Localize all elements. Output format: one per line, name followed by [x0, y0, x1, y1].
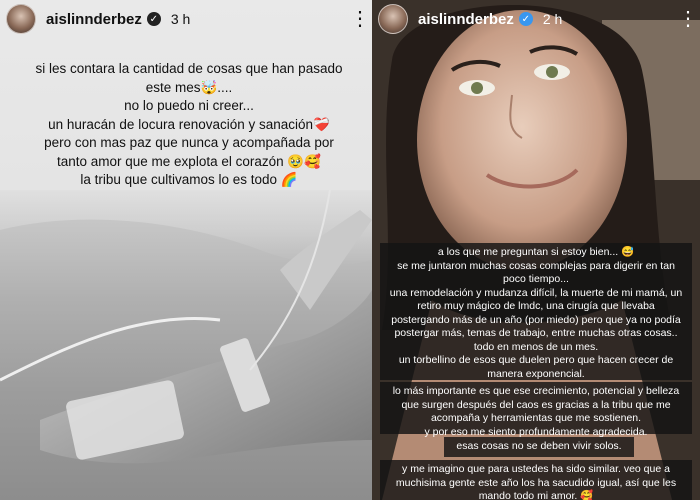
text-line: y me imagino que para ustedes ha sido si…	[402, 463, 670, 475]
text-line: acompaña y herramientas que me sostienen…	[430, 412, 642, 424]
caption-line: este mes🤯....	[145, 79, 233, 95]
caption-line: si les contara la cantidad de cosas que …	[35, 61, 343, 76]
more-options-icon[interactable]: ⋮	[350, 9, 370, 29]
username[interactable]: aislinnderbez	[46, 11, 142, 28]
text-line: lo más importante es que ese crecimiento…	[392, 385, 680, 397]
text-line: a los que me preguntan si estoy bien... …	[437, 246, 635, 258]
username[interactable]: aislinnderbez	[418, 11, 514, 28]
text-line: esas cosas no se deben vivir solos.	[456, 440, 622, 452]
text-line: muchisima gente este año los ha sacudido…	[395, 476, 677, 489]
text-box-2: lo más importante es que ese crecimiento…	[380, 382, 692, 438]
text-line: un torbellino de esos que duelen pero qu…	[398, 354, 674, 366]
caption-line: un huracán de locura renovación y sanaci…	[48, 116, 330, 132]
avatar[interactable]	[6, 4, 36, 34]
more-options-icon[interactable]: ⋮	[678, 9, 698, 29]
right-story[interactable]: aislinnderbez ✓ 2 h ⋮ a los que me pregu…	[372, 0, 700, 500]
caption-line: no lo puedo ni creer...	[124, 98, 254, 113]
text-line: postergando más de un año (por miedo) pe…	[391, 313, 681, 326]
text-line: manera exponencial.	[487, 367, 585, 380]
left-story[interactable]: aislinnderbez ✓ 3 h ⋮ si les contara la …	[0, 0, 372, 500]
post-time: 3 h	[170, 11, 191, 27]
text-line: retiro muy mágico de lmdc, una cirugía q…	[417, 300, 655, 312]
stories-collage: aislinnderbez ✓ 3 h ⋮ si les contara la …	[0, 0, 700, 500]
left-story-header: aislinnderbez ✓ 3 h ⋮	[6, 4, 370, 34]
text-box-4: y me imagino que para ustedes ha sido si…	[380, 460, 692, 500]
verified-badge-icon: ✓	[146, 12, 161, 26]
text-line: poco tiempo...	[503, 273, 569, 285]
hospital-arm-photo	[0, 190, 372, 500]
text-line: que surgen después del caos es gracias a…	[401, 398, 671, 411]
avatar[interactable]	[378, 4, 408, 34]
text-box-1: a los que me preguntan si estoy bien... …	[380, 243, 692, 380]
right-story-header: aislinnderbez ✓ 2 h ⋮	[378, 4, 698, 34]
text-line: postergar más, temas de trabajo, entre m…	[394, 327, 678, 339]
verified-badge-icon: ✓	[518, 12, 533, 26]
caption-line: tanto amor que me explota el corazón 🥹🥰	[56, 153, 321, 169]
text-line: se me juntaron muchas cosas complejas pa…	[397, 259, 675, 272]
caption-line: pero con mas paz que nunca y acompañada …	[44, 135, 334, 150]
post-time: 2 h	[542, 11, 563, 27]
text-line: mando todo mi amor. 🥰	[478, 490, 594, 500]
text-box-3: esas cosas no se deben vivir solos.	[444, 437, 634, 457]
text-line: todo en menos de un mes.	[473, 340, 599, 353]
story-caption: si les contara la cantidad de cosas que …	[14, 60, 364, 190]
text-line: una remodelación y mudanza difícil, la m…	[389, 286, 683, 299]
caption-line: la tribu que cultivamos lo es todo 🌈	[80, 172, 298, 187]
